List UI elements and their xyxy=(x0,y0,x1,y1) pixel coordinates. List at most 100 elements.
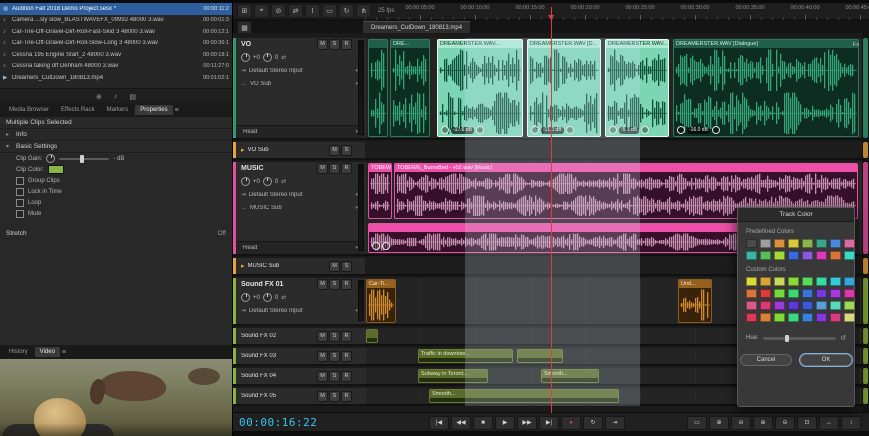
color-swatch[interactable] xyxy=(788,251,799,260)
solo-button[interactable]: S xyxy=(341,144,352,156)
arm-record-button[interactable]: R xyxy=(341,39,352,50)
track-header-music-sub[interactable]: ▸ MUSIC Sub M S xyxy=(233,258,365,276)
tab-markers[interactable]: Markers xyxy=(102,105,134,115)
checkbox-group-clips[interactable] xyxy=(16,176,24,185)
clip-color-swatch[interactable] xyxy=(48,165,65,174)
mute-button[interactable]: M xyxy=(317,370,328,382)
clip-gain-handle[interactable] xyxy=(641,126,650,134)
color-swatch[interactable] xyxy=(802,301,813,310)
color-swatch[interactable] xyxy=(788,289,799,298)
color-swatch[interactable] xyxy=(830,277,841,286)
mute-button[interactable]: M xyxy=(317,350,328,362)
automation-mode[interactable]: Read ▾ xyxy=(236,125,365,138)
pan-knob[interactable] xyxy=(262,53,272,62)
multitrack-icon[interactable]: ⊞ xyxy=(237,4,252,18)
slip-tool-icon[interactable]: ⇄ xyxy=(288,4,303,18)
file-row[interactable]: ▦ Audition Fall 2018 Demo Project.sesx * 0… xyxy=(0,3,232,15)
move-tool-icon[interactable]: ⌖ xyxy=(254,4,269,18)
playhead-cap[interactable] xyxy=(548,15,554,20)
hue-slider[interactable] xyxy=(762,334,837,342)
tab-video[interactable]: Video xyxy=(34,347,60,357)
color-swatch[interactable] xyxy=(774,313,785,322)
tab-effects-rack[interactable]: Effects Rack xyxy=(56,105,100,115)
input-selector[interactable]: ⇥ Default Stereo Input ▾ xyxy=(233,304,365,317)
zoom-out-horizontal-button[interactable]: ⊖ xyxy=(731,416,751,430)
track-header-sound-fx-01[interactable]: Sound FX 01 M S R +0 0 ⇄ ⇥ Default Stereo Input ▾ xyxy=(233,278,365,326)
color-swatch[interactable] xyxy=(774,289,785,298)
list-view-icon[interactable]: ▤ xyxy=(129,93,136,101)
skip-selection-button[interactable]: ⇥ xyxy=(605,416,625,430)
zoom-width-button[interactable]: ↔ xyxy=(819,416,839,430)
hue-reset-icon[interactable]: ↺ xyxy=(840,334,846,342)
cancel-button[interactable]: Cancel xyxy=(740,354,792,366)
color-swatch[interactable] xyxy=(760,277,771,286)
track-header-sound-fx-04[interactable]: Sound FX 04 M S R xyxy=(233,368,365,386)
volume-knob[interactable] xyxy=(241,53,250,62)
track-header-vo-sub[interactable]: ▸ VO Sub M S xyxy=(233,142,365,160)
razor-tool-icon[interactable]: ⊘ xyxy=(271,4,286,18)
color-swatch[interactable] xyxy=(788,239,799,248)
checkbox-lock-in-time[interactable] xyxy=(16,187,24,196)
color-swatch[interactable] xyxy=(844,301,855,310)
color-swatch[interactable] xyxy=(802,251,813,260)
loop-icon[interactable]: ↻ xyxy=(339,4,354,18)
go-to-start-button[interactable]: |◀ xyxy=(429,416,449,430)
solo-button[interactable]: S xyxy=(329,390,340,402)
tab-properties[interactable]: Properties xyxy=(135,105,173,115)
arm-record-button[interactable]: R xyxy=(341,279,352,290)
input-selector[interactable]: ⇥ Default Stereo Input ▾ xyxy=(233,188,365,201)
zoom-in-horizontal-button[interactable]: ⊕ xyxy=(709,416,729,430)
zoom-out-full-button[interactable]: ▭ xyxy=(687,416,707,430)
color-swatch[interactable] xyxy=(802,289,813,298)
panel-menu-icon[interactable]: ≡ xyxy=(62,349,66,356)
mute-button[interactable]: M xyxy=(317,330,328,342)
solo-button[interactable]: S xyxy=(329,279,340,290)
color-swatch[interactable] xyxy=(816,313,827,322)
clip-fade-handle[interactable] xyxy=(677,126,685,134)
solo-button[interactable]: S xyxy=(329,330,340,342)
color-swatch[interactable] xyxy=(844,289,855,298)
color-swatch[interactable] xyxy=(746,239,757,248)
audio-icon[interactable]: ♪ xyxy=(114,93,118,100)
arm-record-button[interactable]: R xyxy=(341,390,352,402)
color-swatch[interactable] xyxy=(746,289,757,298)
color-swatch[interactable] xyxy=(774,277,785,286)
audio-clip[interactable]: Und... xyxy=(678,279,712,323)
mute-button[interactable]: M xyxy=(317,163,328,174)
audio-clip[interactable] xyxy=(368,39,388,137)
arm-record-button[interactable]: R xyxy=(341,370,352,382)
slider-thumb[interactable] xyxy=(80,154,85,163)
mute-button[interactable]: M xyxy=(329,260,340,272)
fx-badge[interactable]: Fx xyxy=(853,42,859,48)
clip-gain-handle[interactable] xyxy=(711,126,720,134)
clip-gain-slider[interactable] xyxy=(59,154,110,163)
stop-button[interactable]: ■ xyxy=(473,416,493,430)
color-swatch[interactable] xyxy=(760,239,771,248)
arm-record-button[interactable]: R xyxy=(341,163,352,174)
track-header-music[interactable]: MUSIC M S R +0 0 ⇄ ⇥ Default Stereo Input ▾ ← MUSIC… xyxy=(233,162,365,256)
color-swatch[interactable] xyxy=(774,239,785,248)
color-swatch[interactable] xyxy=(816,277,827,286)
color-swatch[interactable] xyxy=(816,301,827,310)
checkbox-loop[interactable] xyxy=(16,198,24,207)
color-swatch[interactable] xyxy=(844,313,855,322)
pan-knob[interactable] xyxy=(262,177,272,186)
color-swatch[interactable] xyxy=(802,239,813,248)
solo-button[interactable]: S xyxy=(341,260,352,272)
playhead[interactable] xyxy=(551,7,552,413)
track-scrollbar[interactable] xyxy=(862,33,869,413)
zoom-out-vertical-button[interactable]: ⊖ xyxy=(775,416,795,430)
mute-button[interactable]: M xyxy=(317,39,328,50)
file-row[interactable]: ♪ Cessna 195 Engine Start_2 48000 3.wav 00… xyxy=(0,49,232,61)
info-section[interactable]: ▸ Info xyxy=(0,129,232,141)
track-header-sound-fx-02[interactable]: Sound FX 02 M S R xyxy=(233,328,365,346)
color-swatch[interactable] xyxy=(830,239,841,248)
color-swatch[interactable] xyxy=(760,301,771,310)
track-header-sound-fx-05[interactable]: Sound FX 05 M S R xyxy=(233,388,365,406)
zoom-height-button[interactable]: ↕ xyxy=(841,416,861,430)
audio-clip[interactable] xyxy=(366,329,378,343)
file-row[interactable]: ♪ Camera ...sly slow_BLASTWAVEFX_09992 48… xyxy=(0,15,232,27)
ok-button[interactable]: OK xyxy=(800,354,852,366)
file-row[interactable]: ♪ Car-Tire-Off-Gravel-Dirt-Roll-Fast-Skid… xyxy=(0,26,232,38)
color-swatch[interactable] xyxy=(746,301,757,310)
